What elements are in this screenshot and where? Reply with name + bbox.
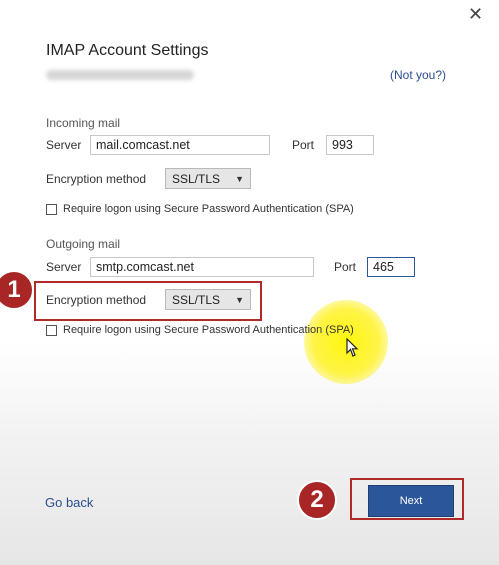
incoming-encryption-value: SSL/TLS — [172, 171, 221, 186]
incoming-encryption-select[interactable]: SSL/TLS ▼ — [165, 168, 251, 189]
incoming-spa-checkbox[interactable] — [46, 203, 57, 215]
annotation-badge-1: 1 — [0, 270, 34, 310]
not-you-link[interactable]: (Not you?) — [390, 68, 446, 82]
outgoing-mail-heading: Outgoing mail — [46, 237, 121, 251]
incoming-port-label: Port — [292, 138, 315, 152]
outgoing-port-label: Port — [334, 260, 357, 274]
incoming-server-label: Server — [46, 138, 82, 152]
outgoing-encryption-label: Encryption method — [46, 293, 147, 307]
outgoing-encryption-select[interactable]: SSL/TLS ▼ — [165, 289, 251, 310]
annotation-badge-2: 2 — [297, 480, 337, 520]
incoming-server-input[interactable]: mail.comcast.net — [90, 135, 270, 155]
dialog-title: IMAP Account Settings — [46, 42, 209, 59]
outgoing-spa-checkbox[interactable] — [46, 324, 57, 336]
incoming-spa-row[interactable]: Require logon using Secure Password Auth… — [46, 203, 354, 215]
incoming-encryption-label: Encryption method — [46, 172, 147, 186]
mouse-pointer-icon — [346, 338, 359, 357]
chevron-down-icon: ▼ — [235, 173, 244, 184]
outgoing-port-input[interactable]: 465 — [367, 257, 415, 277]
go-back-link[interactable]: Go back — [45, 495, 93, 510]
incoming-mail-heading: Incoming mail — [46, 116, 121, 130]
outgoing-spa-row[interactable]: Require logon using Secure Password Auth… — [46, 324, 354, 336]
incoming-port-input[interactable]: 993 — [326, 135, 374, 155]
outgoing-server-input[interactable]: smtp.comcast.net — [90, 257, 314, 277]
outgoing-spa-label: Require logon using Secure Password Auth… — [63, 324, 354, 336]
outgoing-encryption-value: SSL/TLS — [172, 292, 221, 307]
chevron-down-icon: ▼ — [235, 294, 244, 305]
outgoing-server-label: Server — [46, 260, 82, 274]
account-email-blurred — [46, 70, 194, 80]
incoming-spa-label: Require logon using Secure Password Auth… — [63, 203, 354, 215]
close-icon[interactable]: ✕ — [468, 5, 483, 23]
next-button[interactable]: Next — [368, 485, 454, 517]
